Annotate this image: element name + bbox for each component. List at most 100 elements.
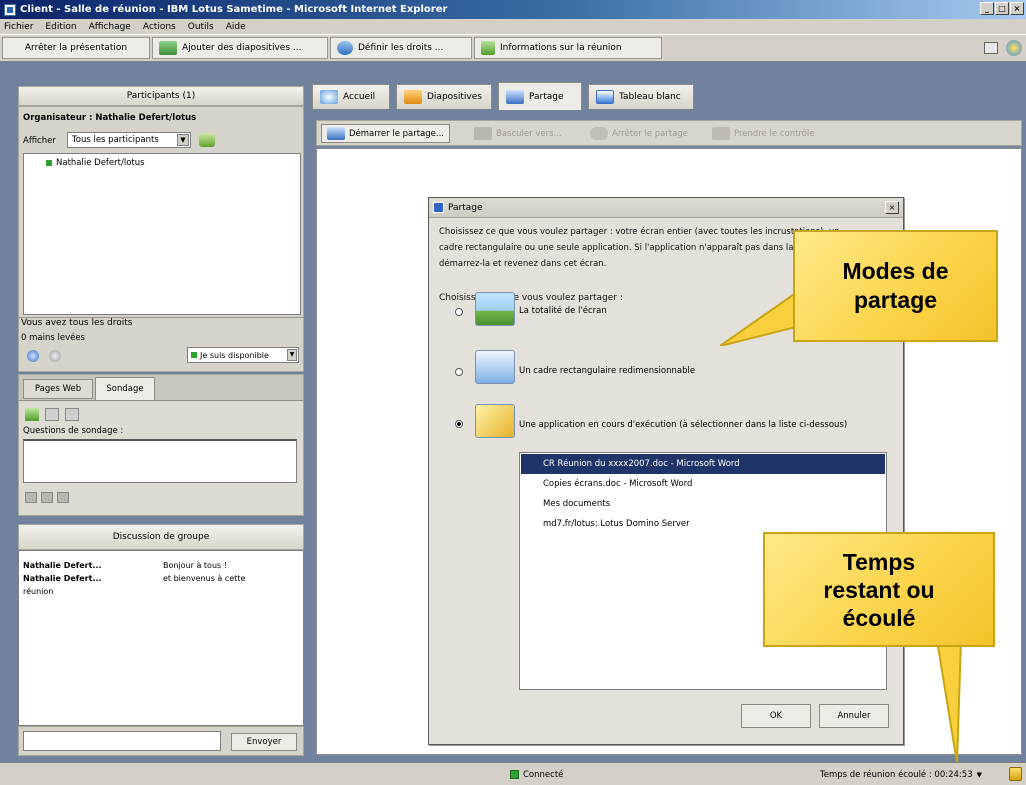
window-titlebar: Client - Salle de réunion - IBM Lotus Sa… [0,0,1026,19]
take-control-button[interactable]: Prendre le contrôle [707,124,820,143]
availability-value: Je suis disponible [200,350,269,360]
callout-pointer [720,290,800,346]
add-slides-button[interactable]: Ajouter des diapositives ... [152,37,328,59]
availability-select[interactable]: Je suis disponible ▼ [187,347,299,363]
participants-header-label: Participants (1) [126,91,196,101]
application-name: Mes documents [543,499,611,509]
tab-slides[interactable]: Diapositives [396,84,492,109]
application-name: Copies écrans.doc - Microsoft Word [543,479,693,489]
dialog-close-button[interactable]: × [885,201,899,214]
tab-home[interactable]: Accueil [312,84,390,109]
cancel-button[interactable]: Annuler [819,704,889,728]
list-item[interactable]: CR Réunion du xxxx2007.doc - Microsoft W… [521,454,885,474]
menu-outils[interactable]: Outils [188,22,214,32]
minimize-button[interactable]: _ [980,2,994,15]
dialog-intro-line: Choisissez ce que vous voulez partager :… [439,227,840,237]
delete-poll-icon[interactable] [65,408,79,421]
switch-sharing-label: Basculer vers... [496,128,562,139]
tab-sharing[interactable]: Partage [498,82,582,110]
radio-application[interactable] [455,420,463,428]
chat-header-label: Discussion de groupe [112,532,210,542]
switch-sharing-button[interactable]: Basculer vers... [469,124,567,143]
poll-questions-label: Questions de sondage : [23,426,124,436]
set-rights-button[interactable]: Définir les droits ... [330,37,472,59]
list-item[interactable]: md7.fr/lotus: Lotus Domino Server [521,514,885,534]
stop-presentation-button[interactable]: Arrêter la présentation [2,37,150,59]
results-icon[interactable] [41,492,53,503]
menu-bar: Fichier Edition Affichage Actions Outils… [0,19,1026,34]
people-icon[interactable] [199,133,215,147]
application-name: md7.fr/lotus: Lotus Domino Server [543,519,690,529]
info-icon [481,41,495,55]
menu-fichier[interactable]: Fichier [4,22,33,32]
option-application-label[interactable]: Une application en cours d'exécution (à … [519,420,847,430]
meeting-info-button[interactable]: Informations sur la réunion [474,37,662,59]
tab-poll-label: Sondage [106,384,144,394]
open-poll-icon[interactable] [25,492,37,503]
main-toolbar: Arrêter la présentation Ajouter des diap… [0,34,1026,62]
take-control-icon [712,127,730,140]
people-icon [337,41,353,55]
hands-raised-text: 0 mains levées [21,333,85,343]
menu-affichage[interactable]: Affichage [89,22,131,32]
start-sharing-button[interactable]: Démarrer le partage... [321,124,451,143]
dialog-intro-line: cadre rectangulaire ou une seule applica… [439,243,817,253]
close-poll-icon[interactable] [57,492,69,503]
chat-message-continuation: réunion [23,587,54,596]
tab-web-pages[interactable]: Pages Web [23,379,93,399]
participants-list: Nathalie Defert/lotus [23,153,301,315]
menu-edition[interactable]: Edition [45,22,76,32]
radio-rectangle[interactable] [455,368,463,376]
switch-icon [474,127,492,140]
chevron-down-icon[interactable]: ▼ [287,349,297,361]
lower-hand-icon[interactable] [49,350,61,362]
callout-text: Modes de [842,258,949,284]
ok-button[interactable]: OK [741,704,811,728]
connected-icon [510,770,519,779]
list-item[interactable]: Nathalie Defert/lotus [46,158,145,168]
callout-text: partage [853,287,938,313]
tab-poll[interactable]: Sondage [95,377,155,400]
menu-aide[interactable]: Aide [226,22,246,32]
callout-sharing-modes: Modes de partage [793,230,998,342]
participant-filter-select[interactable]: Tous les participants ▼ [67,132,191,148]
participants-panel: Organisateur : Nathalie Defert/lotus Aff… [18,106,304,372]
menu-actions[interactable]: Actions [143,22,176,32]
show-label: Afficher [23,136,56,146]
fullscreen-icon[interactable] [984,42,998,54]
chat-input[interactable] [23,731,221,751]
elapsed-time: Temps de réunion écoulé : 00:24:53 ▼ [820,767,982,782]
tab-whiteboard[interactable]: Tableau blanc [588,84,694,109]
whiteboard-icon [596,90,614,104]
chevron-down-icon[interactable]: ▼ [977,771,982,779]
window-controls: _ □ × [980,2,1024,15]
chevron-down-icon[interactable]: ▼ [177,134,189,146]
list-item[interactable]: Copies écrans.doc - Microsoft Word [521,474,885,494]
sharing-toolbar: Démarrer le partage... Basculer vers... … [316,120,1022,146]
close-button[interactable]: × [1010,2,1024,15]
option-full-screen-label[interactable]: La totalité de l'écran [519,306,607,316]
new-poll-icon[interactable] [25,408,39,421]
edit-poll-icon[interactable] [45,408,59,421]
stop-sharing-icon [590,127,608,140]
set-rights-label: Définir les droits ... [358,43,444,53]
option-rectangle-label[interactable]: Un cadre rectangulaire redimensionnable [519,366,695,376]
dialog-titlebar: Partage × [429,198,903,218]
callout-time: Temps restant ou écoulé [763,532,995,647]
raise-hand-icon[interactable] [27,350,39,362]
list-item[interactable]: Mes documents [521,494,885,514]
radio-full-screen[interactable] [455,308,463,316]
application-icon [475,404,515,438]
maximize-button[interactable]: □ [995,2,1009,15]
left-sidebar: Participants (1) Organisateur : Nathalie… [0,62,312,762]
cancel-button-label: Annuler [837,711,871,721]
participants-header: Participants (1) [18,86,304,106]
stop-sharing-button[interactable]: Arrêter le partage [585,124,693,143]
rights-text: Vous avez tous les droits [19,317,303,328]
send-button[interactable]: Envoyer [231,733,297,751]
connection-status: Connecté [510,767,563,782]
add-slides-label: Ajouter des diapositives ... [182,43,302,53]
poll-questions-list[interactable] [23,439,297,483]
tab-web-pages-label: Pages Web [34,384,82,394]
slides-icon [404,90,422,104]
